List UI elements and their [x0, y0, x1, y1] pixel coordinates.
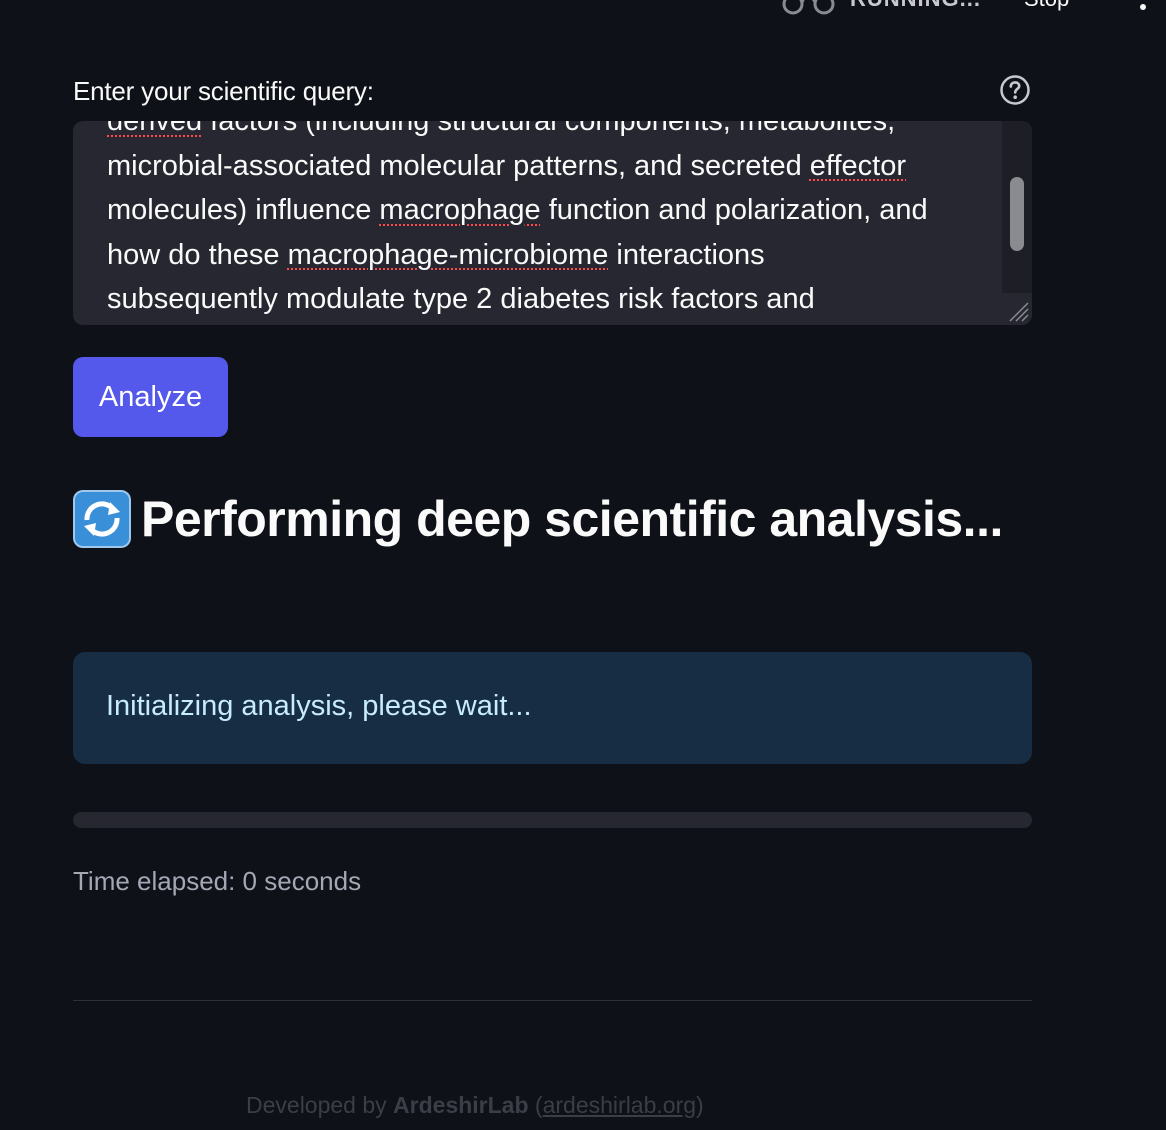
query-line: derived factors (including structural co…: [107, 121, 896, 137]
progress-bar: [73, 812, 1032, 828]
running-icon: [782, 0, 835, 15]
query-line: molecules) influence macrophage function…: [107, 194, 928, 227]
footer-paren-open: (: [528, 1092, 543, 1118]
footer-prefix: Developed by: [246, 1092, 394, 1118]
top-bar: RUNNING... Stop: [0, 0, 1166, 16]
footer: Developed by ArdeshirLab (ardeshirlab.or…: [246, 1092, 704, 1119]
query-text[interactable]: derived factors (including structural co…: [107, 121, 987, 322]
running-status: RUNNING...: [850, 0, 981, 12]
resize-handle-icon[interactable]: [1004, 297, 1030, 323]
analyze-button[interactable]: Analyze: [73, 357, 228, 437]
refresh-icon: [73, 490, 131, 548]
query-line: microbial-associated molecular patterns,…: [107, 149, 906, 182]
elapsed-time: Time elapsed: 0 seconds: [73, 866, 362, 896]
query-label-row: Enter your scientific query:: [73, 72, 1032, 108]
more-vertical-icon[interactable]: [1140, 4, 1150, 14]
info-alert-text: Initializing analysis, please wait...: [106, 690, 532, 722]
query-line: subsequently modulate type 2 diabetes ri…: [107, 283, 815, 316]
help-circle-icon[interactable]: [999, 74, 1031, 106]
footer-paren-close: ): [696, 1092, 704, 1118]
info-alert: Initializing analysis, please wait...: [73, 652, 1032, 764]
stop-button[interactable]: Stop: [1024, 0, 1069, 12]
footer-link[interactable]: ardeshirlab.org: [543, 1092, 696, 1118]
query-textarea[interactable]: derived factors (including structural co…: [73, 121, 1032, 325]
footer-lab-name: ArdeshirLab: [393, 1092, 529, 1118]
scrollbar-track[interactable]: [1002, 121, 1032, 293]
query-label: Enter your scientific query:: [73, 76, 374, 106]
status-heading-text: Performing deep scientific analysis...: [141, 491, 1003, 547]
divider: [73, 1000, 1032, 1001]
scrollbar-thumb[interactable]: [1010, 177, 1024, 251]
status-heading: Performing deep scientific analysis...: [73, 488, 1032, 552]
query-line: how do these macrophage-microbiome inter…: [107, 238, 765, 271]
